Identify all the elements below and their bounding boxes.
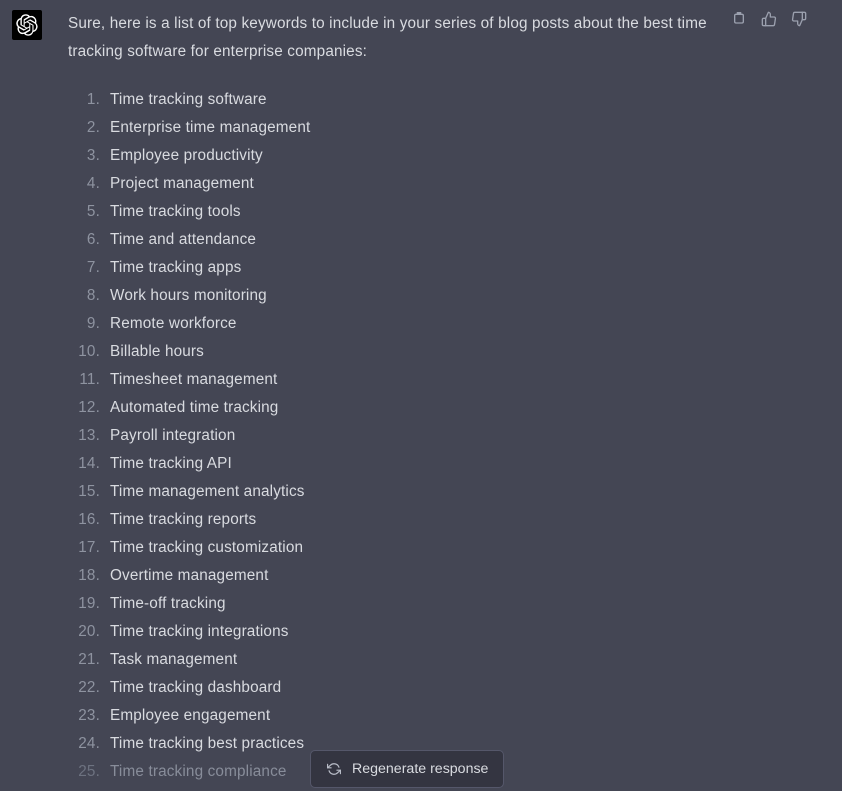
refresh-icon <box>326 762 341 777</box>
list-item-label: Project management <box>110 175 254 192</box>
list-item-number: 16. <box>78 511 100 528</box>
list-item: 8. Work hours monitoring <box>68 282 722 310</box>
list-item-label: Time management analytics <box>110 483 305 500</box>
list-item-number: 11. <box>79 371 100 388</box>
list-item: 11. Timesheet management <box>68 366 722 394</box>
list-item-label: Time tracking software <box>110 91 267 108</box>
message-content: Sure, here is a list of top keywords to … <box>42 10 842 786</box>
intro-paragraph: Sure, here is a list of top keywords to … <box>68 15 707 60</box>
list-item: 22. Time tracking dashboard <box>68 674 722 702</box>
list-item: 18. Overtime management <box>68 562 722 590</box>
list-item-number: 10. <box>78 343 100 360</box>
list-item: 13. Payroll integration <box>68 422 722 450</box>
list-item-label: Time-off tracking <box>110 595 226 612</box>
list-item-label: Time tracking tools <box>110 203 241 220</box>
assistant-message-row: Sure, here is a list of top keywords to … <box>0 0 842 786</box>
list-item-label: Time tracking apps <box>110 259 242 276</box>
list-item-label: Billable hours <box>110 343 204 360</box>
list-item-number: 13. <box>78 427 100 444</box>
list-item-label: Payroll integration <box>110 427 236 444</box>
list-item-label: Time and attendance <box>110 231 257 248</box>
list-item-number: 23. <box>78 707 100 724</box>
openai-logo-icon <box>16 14 38 36</box>
clipboard-icon <box>731 11 747 27</box>
list-item-label: Remote workforce <box>110 315 237 332</box>
list-item-number: 7. <box>86 259 100 276</box>
list-item-number: 14. <box>78 455 100 472</box>
list-item-label: Employee engagement <box>110 707 271 724</box>
list-item-number: 6. <box>86 231 100 248</box>
thumbs-down-button[interactable] <box>790 10 808 28</box>
list-item: 3. Employee productivity <box>68 142 722 170</box>
list-item: 16. Time tracking reports <box>68 506 722 534</box>
list-item-number: 22. <box>78 679 100 696</box>
list-item-label: Time tracking dashboard <box>110 679 282 696</box>
thumbs-up-icon <box>761 11 777 27</box>
list-item-number: 1. <box>86 91 100 108</box>
list-item: 6. Time and attendance <box>68 226 722 254</box>
list-item: 17. Time tracking customization <box>68 534 722 562</box>
list-item-label: Time tracking best practices <box>110 735 305 752</box>
list-item-label: Time tracking customization <box>110 539 304 556</box>
list-item: 7. Time tracking apps <box>68 254 722 282</box>
list-item-number: 12. <box>78 399 100 416</box>
message-actions <box>730 10 808 28</box>
list-item-label: Timesheet management <box>110 371 278 388</box>
list-item-label: Overtime management <box>110 567 269 584</box>
list-item: 14. Time tracking API <box>68 450 722 478</box>
list-item-number: 18. <box>78 567 100 584</box>
list-item: 5. Time tracking tools <box>68 198 722 226</box>
list-item: 10. Billable hours <box>68 338 722 366</box>
list-item-number: 20. <box>78 623 100 640</box>
copy-button[interactable] <box>730 10 748 28</box>
list-item-number: 4. <box>86 175 100 192</box>
list-item-number: 15. <box>78 483 100 500</box>
list-item-label: Time tracking API <box>110 455 232 472</box>
list-item: 15. Time management analytics <box>68 478 722 506</box>
list-item-label: Time tracking reports <box>110 511 257 528</box>
list-item-number: 21. <box>78 651 100 668</box>
list-item: 19. Time-off tracking <box>68 590 722 618</box>
list-item-number: 24. <box>78 735 100 752</box>
list-item: 12. Automated time tracking <box>68 394 722 422</box>
assistant-avatar <box>12 10 42 40</box>
list-item: 9. Remote workforce <box>68 310 722 338</box>
list-item: 21. Task management <box>68 646 722 674</box>
list-item-label: Time tracking integrations <box>110 623 289 640</box>
list-item-label: Automated time tracking <box>110 399 279 416</box>
list-item-number: 3. <box>86 147 100 164</box>
list-item: 20. Time tracking integrations <box>68 618 722 646</box>
list-item: 23. Employee engagement <box>68 702 722 730</box>
list-item-label: Enterprise time management <box>110 119 311 136</box>
regenerate-response-label: Regenerate response <box>352 761 489 777</box>
list-item-number: 19. <box>78 595 100 612</box>
list-item-number: 5. <box>86 203 100 220</box>
thumbs-down-icon <box>791 11 807 27</box>
list-item-label: Employee productivity <box>110 147 263 164</box>
list-item-number: 25. <box>78 763 100 780</box>
list-item-label: Time tracking compliance <box>110 763 287 780</box>
list-item-number: 9. <box>86 315 100 332</box>
chat-message-container: Sure, here is a list of top keywords to … <box>0 0 842 791</box>
list-item-label: Task management <box>110 651 238 668</box>
list-item-label: Work hours monitoring <box>110 287 267 304</box>
regenerate-response-button[interactable]: Regenerate response <box>310 750 505 788</box>
thumbs-up-button[interactable] <box>760 10 778 28</box>
list-item: 1. Time tracking software <box>68 86 722 114</box>
list-item: 4. Project management <box>68 170 722 198</box>
keyword-list: 1. Time tracking software 2. Enterprise ti… <box>68 86 722 786</box>
list-item: 2. Enterprise time management <box>68 114 722 142</box>
list-item-number: 8. <box>86 287 100 304</box>
list-item-number: 17. <box>78 539 100 556</box>
list-item-number: 2. <box>86 119 100 136</box>
